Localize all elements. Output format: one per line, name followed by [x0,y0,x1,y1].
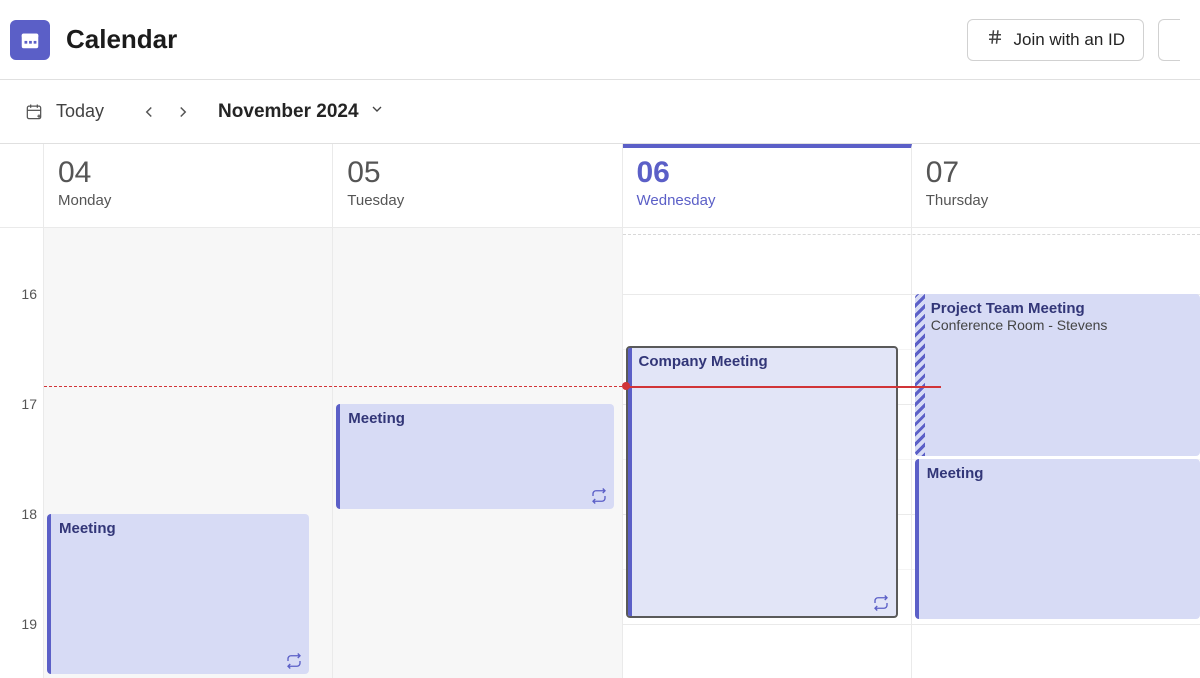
hash-icon [986,28,1004,51]
day-number: 04 [58,156,332,190]
event-title: Company Meeting [635,353,889,370]
current-time-line-dashed [44,386,622,387]
join-with-id-label: Join with an ID [1014,30,1126,50]
calendar-event-tentative[interactable]: Project Team Meeting Conference Room - S… [915,294,1200,456]
chevron-down-icon [369,101,385,122]
day-column-tue[interactable]: Meeting [333,228,622,678]
current-time-line [626,386,941,388]
day-number: 06 [637,156,911,190]
recurring-icon [872,594,890,612]
event-title: Meeting [348,410,605,427]
day-header-mon[interactable]: 04 Monday [44,144,333,227]
day-column-mon[interactable]: Meeting [44,228,333,678]
current-time-dot [622,382,630,390]
page-title: Calendar [66,24,177,55]
calendar-grid: 04 Monday 05 Tuesday 06 Wednesday 07 Thu… [0,144,1200,678]
hour-label: 16 [21,286,37,302]
day-name: Wednesday [637,192,911,209]
join-with-id-button[interactable]: Join with an ID [967,19,1145,61]
gutter-header [0,144,44,227]
day-name: Tuesday [347,192,621,209]
hour-label: 17 [21,396,37,412]
recurring-icon [285,652,303,670]
event-title: Meeting [927,465,1192,482]
day-header-wed[interactable]: 06 Wednesday [623,144,912,227]
event-title: Meeting [59,520,301,537]
app-header: Calendar Join with an ID [0,0,1200,80]
day-number: 07 [926,156,1200,190]
month-picker[interactable]: November 2024 [218,101,384,123]
calendar-icon [19,29,41,51]
prev-week-button[interactable] [132,98,166,126]
calendar-app-icon [10,20,50,60]
day-name: Thursday [926,192,1200,209]
day-header-row: 04 Monday 05 Tuesday 06 Wednesday 07 Thu… [0,144,1200,228]
event-title: Project Team Meeting [931,300,1192,317]
overflow-button-fragment[interactable] [1158,19,1180,61]
day-columns: Meeting Meeting Company [44,228,1200,678]
day-number: 05 [347,156,621,190]
hour-label: 18 [21,506,37,522]
calendar-event[interactable]: Meeting [915,459,1200,619]
go-to-date-icon[interactable] [20,98,48,126]
event-location: Conference Room - Stevens [931,317,1192,333]
day-column-thu[interactable]: Project Team Meeting Conference Room - S… [912,228,1200,678]
month-label: November 2024 [218,101,358,123]
day-name: Monday [58,192,332,209]
hour-label: 19 [21,616,37,632]
day-column-wed[interactable]: Company Meeting [623,228,912,678]
calendar-event[interactable]: Meeting [336,404,613,509]
time-gutter: 16 17 18 19 [0,228,44,678]
calendar-event[interactable]: Meeting [47,514,309,674]
today-button[interactable]: Today [56,101,104,122]
recurring-icon [590,487,608,505]
grid-body: 16 17 18 19 Meeting Meeting [0,228,1200,678]
day-header-tue[interactable]: 05 Tuesday [333,144,622,227]
day-header-thu[interactable]: 07 Thursday [912,144,1200,227]
calendar-navbar: Today November 2024 [0,80,1200,144]
next-week-button[interactable] [166,98,200,126]
